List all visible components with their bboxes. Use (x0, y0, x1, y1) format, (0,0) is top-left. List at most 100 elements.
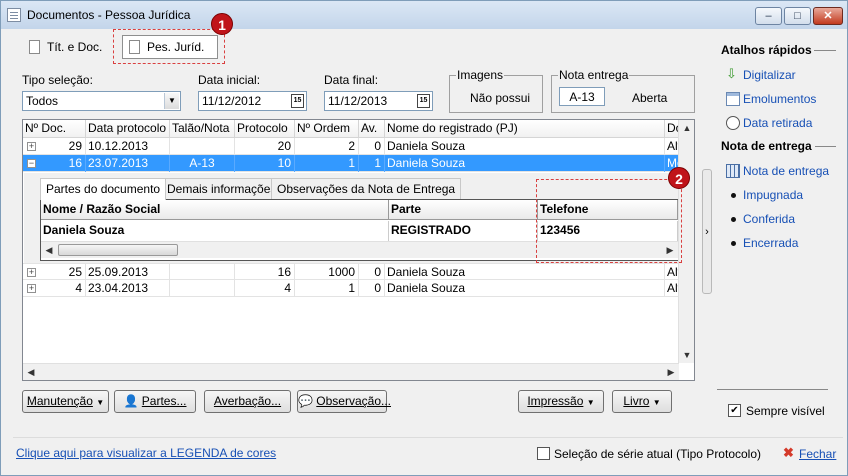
window-title: Documentos - Pessoa Jurídica (27, 8, 191, 22)
data-inicial-field[interactable]: 11/12/2012 15 (198, 91, 307, 111)
sidebar-item-label: Conferida (743, 212, 796, 226)
cell-doc: 4 (75, 281, 82, 295)
grid-hscrollbar[interactable]: ◀ ▶ (23, 363, 679, 380)
divider (815, 146, 836, 147)
nota-entrega-numero: A-13 (559, 87, 605, 106)
sidebar-item-label: Nota de entrega (743, 164, 830, 178)
scroll-down-icon[interactable]: ▼ (679, 347, 694, 363)
tab-titulos-documentos[interactable]: Tít. e Doc. (23, 36, 111, 60)
tab-partes-do-documento[interactable]: Partes do documento (40, 178, 167, 200)
close-x-icon: ✖ (783, 445, 794, 460)
table-row[interactable]: +25 25.09.2013 16 1000 0 Daniela Souza A… (23, 263, 679, 281)
divider (717, 389, 828, 390)
expand-icon[interactable]: + (27, 268, 36, 277)
annotation-badge-2: 2 (668, 167, 690, 189)
table-row[interactable]: +4 23.04.2013 4 1 0 Daniela Souza Alt (23, 280, 679, 297)
partes-button[interactable]: 👤 Partes... (114, 390, 196, 413)
checkbox-unchecked-icon[interactable] (537, 447, 550, 460)
calendar-icon[interactable]: 15 (417, 94, 430, 108)
cell-extra: Alt (667, 280, 679, 297)
table-row[interactable]: +29 10.12.2013 20 2 0 Daniela Souza Alt (23, 138, 679, 155)
column-header-nome-razao[interactable]: Nome / Razão Social (41, 200, 389, 220)
column-header-doc[interactable]: Nº Doc. (23, 120, 86, 138)
cell-av: 0 (359, 280, 385, 297)
serie-atual-checkbox[interactable]: Seleção de série atual (Tipo Protocolo) (537, 445, 761, 461)
download-arrow-icon: ⇩ (726, 66, 737, 81)
sidebar-collapse-handle[interactable]: › (702, 169, 712, 294)
fechar-label: Fechar (799, 447, 837, 461)
close-button[interactable]: ✕ (813, 7, 843, 25)
checkbox-checked-icon[interactable]: ✔ (728, 404, 741, 417)
cell-talao (170, 280, 235, 297)
averbacao-button[interactable]: Averbação... (204, 390, 291, 413)
data-final-label: Data final: (324, 73, 379, 87)
main-window: Documentos - Pessoa Jurídica – □ ✕ Tít. … (0, 0, 848, 476)
nota-title: Nota de entrega (721, 139, 812, 153)
scroll-left-icon[interactable]: ◀ (41, 242, 57, 258)
fechar-button[interactable]: ✖ Fechar (783, 445, 839, 461)
bullet-icon (731, 241, 736, 246)
impressao-button[interactable]: Impressão ▼ (518, 390, 604, 413)
table-row-selected[interactable]: − 16 23.07.2013 A-13 10 1 1 Daniela Souza… (23, 155, 679, 172)
collapse-icon[interactable]: − (27, 159, 36, 168)
observacao-button[interactable]: 💬 Observação... (297, 390, 391, 413)
maximize-button[interactable]: □ (784, 7, 811, 25)
column-header-nome[interactable]: Nome do registrado (PJ) (385, 120, 665, 138)
atalhos-title: Atalhos rápidos (721, 43, 812, 57)
cell-ordem: 1 (295, 280, 359, 297)
livro-button[interactable]: Livro ▼ (612, 390, 672, 413)
divider (814, 50, 836, 51)
cell-av: 1 (359, 155, 385, 172)
tipo-selecao-select[interactable]: Todos ▼ (22, 91, 181, 111)
column-header-parte[interactable]: Parte (389, 200, 538, 220)
nota-entrega-title: Nota entrega (558, 68, 630, 82)
sidebar-item-label: Data retirada (743, 116, 813, 130)
cell-ordem: 1 (295, 155, 359, 172)
tab-observacoes-nota[interactable]: Observações da Nota de Entrega (271, 178, 462, 199)
tab-label: Tít. e Doc. (47, 40, 103, 54)
imagens-value: Não possui (470, 91, 531, 105)
sempre-visivel-checkbox[interactable]: ✔ Sempre visível (728, 403, 838, 419)
data-final-value: 11/12/2013 (328, 94, 388, 108)
expand-icon[interactable]: + (27, 284, 36, 293)
scroll-up-icon[interactable]: ▲ (679, 120, 694, 136)
title-bar[interactable]: Documentos - Pessoa Jurídica – □ ✕ (1, 1, 847, 29)
expand-icon[interactable]: + (27, 142, 36, 151)
column-header-ordem[interactable]: Nº Ordem (295, 120, 359, 138)
tab-demais-informacoes[interactable]: Demais informações (161, 178, 283, 199)
cell-data: 23.07.2013 (86, 155, 170, 172)
cell-ordem: 1000 (295, 264, 359, 281)
sidebar-item-label: Emolumentos (743, 92, 817, 106)
column-header-protocolo[interactable]: Protocolo (235, 120, 295, 138)
dropdown-arrow-icon: ▼ (652, 398, 661, 407)
sidebar-item-label: Encerrada (743, 236, 799, 250)
annotation-highlight-2 (536, 179, 682, 263)
sempre-visivel-label: Sempre visível (746, 404, 825, 418)
chevron-down-icon[interactable]: ▼ (164, 93, 179, 109)
impressao-label: Impressão (527, 394, 584, 408)
data-final-field[interactable]: 11/12/2013 15 (324, 91, 433, 111)
observacao-label: Observação... (316, 394, 391, 408)
cell-talao: A-13 (170, 155, 235, 172)
manutencao-button[interactable]: Manutenção ▼ (22, 390, 109, 413)
nota-entrega-group: Nota entrega A-13 Aberta (551, 68, 695, 113)
cell-extra: Alt (667, 138, 679, 155)
column-header-data-protocolo[interactable]: Data protocolo (86, 120, 170, 138)
dropdown-arrow-icon: ▼ (586, 398, 595, 407)
sidebar-item-label: Digitalizar (743, 68, 796, 82)
speech-bubble-icon: 💬 (298, 394, 313, 408)
scroll-right-icon[interactable]: ▶ (663, 364, 679, 380)
scroll-thumb[interactable] (58, 244, 178, 256)
scroll-left-icon[interactable]: ◀ (23, 364, 39, 380)
livro-label: Livro (623, 394, 650, 408)
app-document-icon (7, 8, 21, 22)
annotation-highlight-1 (113, 29, 225, 64)
cell-protocolo: 20 (235, 138, 295, 155)
column-header-av[interactable]: Av. (359, 120, 385, 138)
calendar-icon[interactable]: 15 (291, 94, 304, 108)
cell-data: 25.09.2013 (86, 264, 170, 281)
cell-talao (170, 264, 235, 281)
column-header-talao[interactable]: Talão/Nota (170, 120, 235, 138)
minimize-button[interactable]: – (755, 7, 782, 25)
legenda-link[interactable]: Clique aqui para visualizar a LEGENDA de… (16, 446, 276, 460)
